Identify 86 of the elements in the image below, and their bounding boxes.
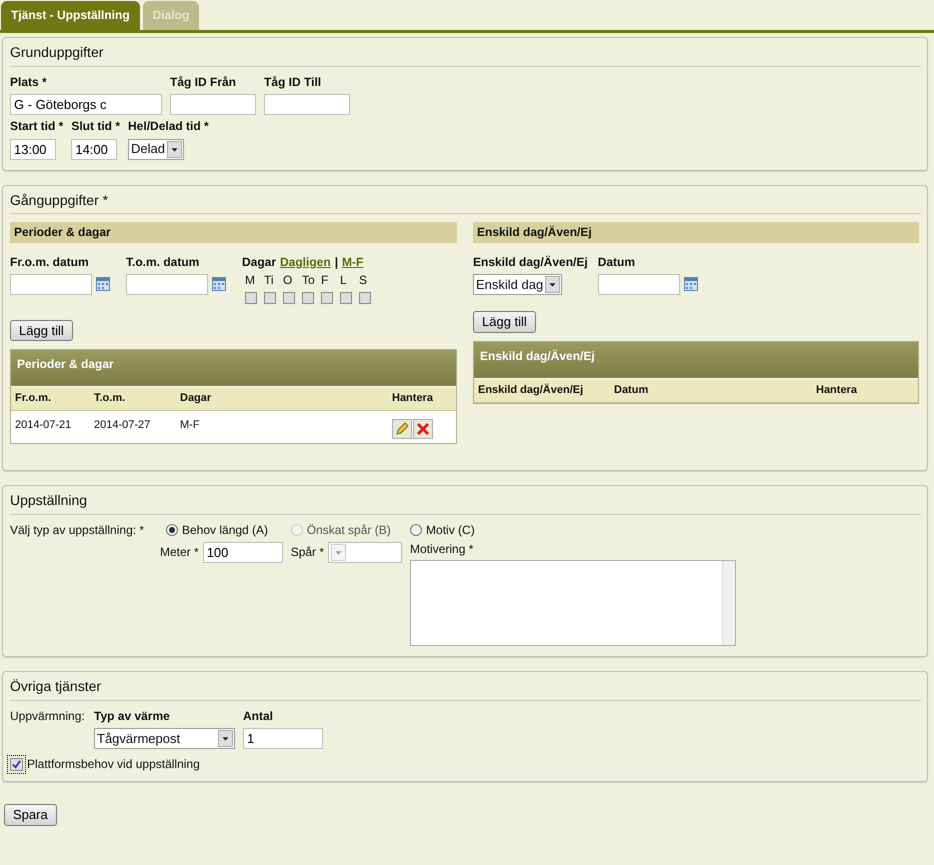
dropdown[interactable] [328, 542, 402, 563]
checkbox[interactable] [302, 292, 314, 304]
field-label: Plats * [10, 74, 48, 90]
day-label: O [283, 273, 294, 288]
radio-label: Önskat spår (B) [306, 523, 391, 538]
radio-label: Motiv (C) [426, 523, 475, 538]
field-label: Antal [243, 708, 274, 724]
column-header: Datum [614, 384, 650, 397]
section-title: Uppställning [10, 492, 921, 516]
pencil-icon [394, 421, 410, 438]
field-label: Spår * [290, 544, 324, 560]
field-label: Motivering * [410, 542, 474, 556]
day-label: S [359, 273, 368, 288]
column-header: Dagar [180, 392, 212, 406]
scrollbar[interactable] [722, 560, 736, 645]
field-label: Tåg ID Från [170, 74, 238, 90]
calendar-icon[interactable] [212, 277, 226, 292]
date-field[interactable] [598, 274, 680, 296]
number-field[interactable]: 1 [243, 728, 323, 750]
text-field[interactable]: 14:00 [71, 138, 118, 160]
text-field[interactable] [264, 94, 350, 116]
checkbox-label: Plattformsbehov vid uppställning [27, 757, 200, 772]
text-area[interactable] [410, 560, 736, 646]
day-label: Ti [264, 273, 275, 288]
field-label: Fr.o.m. datum [10, 254, 90, 270]
field-label: Typ av värme [94, 708, 171, 724]
field-label: Start tid * [10, 119, 64, 134]
link[interactable]: Dagligen [280, 254, 331, 270]
field-label: Slut tid * [71, 119, 120, 134]
day-label: To [302, 273, 316, 288]
subsection-header: Perioder & dagar [10, 222, 457, 243]
checkbox[interactable] [359, 292, 371, 304]
table-title: Enskild dag/Även/Ej [474, 342, 918, 378]
text-field[interactable]: 100 [202, 542, 283, 563]
dropdown[interactable]: Tågvärmepost [94, 728, 235, 750]
checkbox[interactable] [245, 292, 257, 304]
date-field[interactable] [10, 274, 92, 296]
column-header: Enskild dag/Även/Ej [478, 384, 584, 397]
edit-button[interactable] [392, 419, 412, 440]
dropdown[interactable]: Delad [128, 138, 184, 160]
dropdown[interactable]: Enskild dag [473, 274, 562, 296]
add-button[interactable]: Lägg till [473, 311, 536, 333]
subsection-header: Enskild dag/Även/Ej [473, 222, 919, 243]
section-title: Gånguppgifter * [10, 192, 921, 214]
delete-button[interactable] [413, 419, 433, 440]
column-header: Hantera [816, 384, 858, 397]
table-cell-text: 2014-07-27 [94, 419, 152, 434]
section-title: Grunduppgifter [10, 44, 921, 67]
save-button[interactable]: Spara [4, 804, 57, 826]
table-cell-text: M-F [180, 419, 201, 434]
date-field[interactable] [126, 274, 208, 296]
checkbox[interactable] [340, 292, 352, 304]
table-cell-text: 2014-07-21 [15, 419, 72, 434]
radio-label: Behov längd (A) [182, 523, 268, 538]
field-label: Datum [598, 254, 636, 270]
checkbox[interactable] [264, 292, 276, 304]
field-label: Uppvärmning: [10, 708, 86, 725]
text-field[interactable] [170, 94, 256, 116]
separator-text: | [334, 254, 338, 270]
tab[interactable]: Tjänst - Uppställning [1, 1, 140, 30]
table-title: Perioder & dagar [11, 350, 456, 386]
text-field[interactable]: 13:00 [10, 138, 56, 160]
checkbox[interactable] [283, 292, 295, 304]
radio-button[interactable] [166, 524, 178, 536]
field-label: Meter * [160, 544, 199, 560]
day-label: F [321, 273, 330, 288]
field-label: Enskild dag/Även/Ej [473, 254, 588, 270]
field-label: T.o.m. datum [126, 254, 200, 270]
calendar-icon[interactable] [684, 277, 698, 292]
close-icon [415, 421, 431, 438]
radio-button[interactable] [410, 524, 422, 536]
section-title: Övriga tjänster [10, 678, 921, 701]
text-field[interactable]: G - Göteborgs c [10, 94, 162, 116]
field-label: Hel/Delad tid * [128, 119, 209, 134]
link[interactable]: M-F [342, 254, 364, 270]
day-label: L [340, 273, 348, 288]
column-header: T.o.m. [94, 392, 126, 406]
calendar-icon[interactable] [96, 277, 110, 292]
field-label: Dagar [242, 254, 276, 270]
column-header: Hantera [392, 392, 434, 406]
checkbox[interactable] [10, 758, 23, 771]
day-label: M [245, 273, 256, 288]
field-label: Tåg ID Till [264, 74, 322, 90]
column-header: Fr.o.m. [15, 392, 52, 406]
add-button[interactable]: Lägg till [10, 320, 73, 342]
checkbox[interactable] [321, 292, 333, 304]
